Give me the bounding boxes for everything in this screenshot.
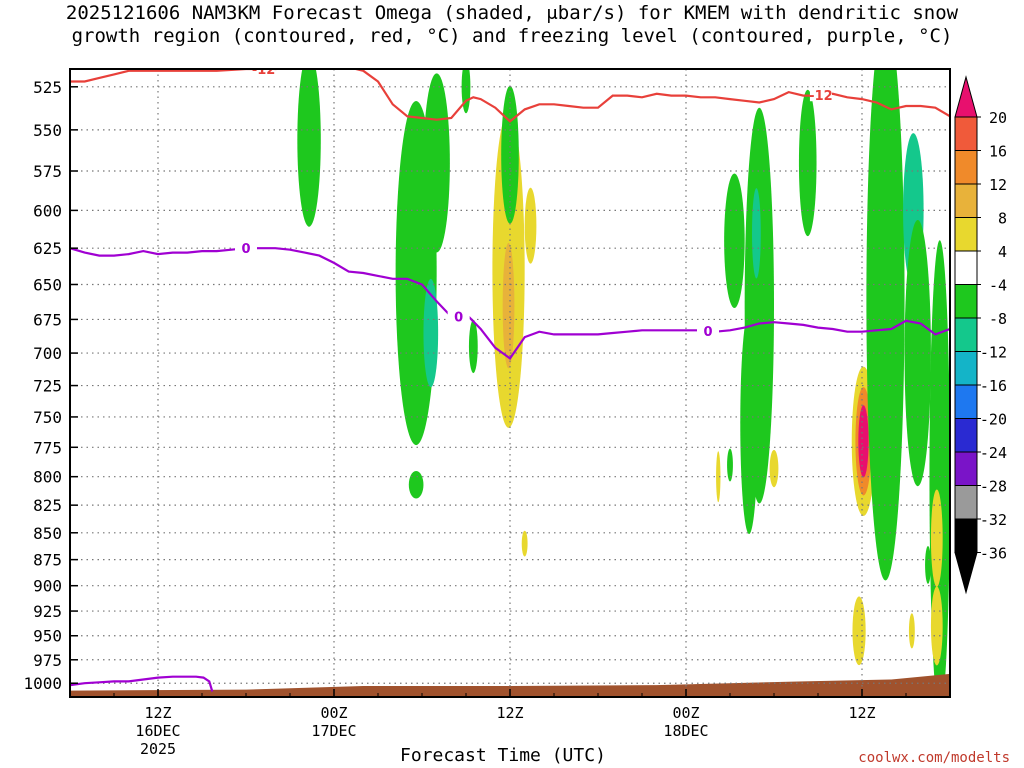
- contour-line-2: [70, 675, 214, 692]
- y-tick-label-825: 825: [33, 496, 62, 515]
- omega-region-30: [908, 613, 915, 649]
- y-tick-label-525: 525: [33, 78, 62, 97]
- x-tick-label-1-0: 00Z: [320, 704, 347, 722]
- x-tick-label-4-0: 12Z: [848, 704, 875, 722]
- omega-region-14: [752, 188, 761, 279]
- colorbar-label-6: -8: [989, 310, 1007, 328]
- colorbar-label-2: 12: [989, 176, 1007, 194]
- x-axis-label: Forecast Time (UTC): [400, 745, 606, 766]
- contour-label-3: 0: [454, 311, 463, 326]
- grid-lines: [70, 69, 950, 697]
- y-tick-label-625: 625: [33, 239, 62, 258]
- omega-region-18: [798, 89, 817, 237]
- y-tick-label-875: 875: [33, 551, 62, 570]
- y-tick-label-575: 575: [33, 162, 62, 181]
- colorbar-band-2: [954, 183, 978, 218]
- colorbar-band-5: [954, 284, 978, 319]
- colorbar-label-7: -12: [980, 344, 1007, 362]
- colorbar-band-1: [954, 150, 978, 185]
- omega-region-4: [408, 470, 424, 499]
- x-tick-label-0-0: 12Z: [144, 704, 171, 722]
- colorbar-label-13: -36: [980, 545, 1007, 563]
- omega-region-31: [925, 545, 931, 584]
- colorbar-label-11: -28: [980, 478, 1007, 496]
- colorbar-band-9: [954, 418, 978, 453]
- omega-region-11: [521, 530, 528, 557]
- y-tick-label-950: 950: [33, 627, 62, 646]
- x-tick-label-1-1: 17DEC: [311, 722, 356, 740]
- chart-plot: -12 -12 0 0 0 525 550 575 600 625 650 675 700 725 750…: [23, 63, 1007, 758]
- y-tick-label-975: 975: [33, 651, 62, 670]
- colorbar-label-5: -4: [989, 277, 1007, 295]
- contour-label-0: -12: [252, 63, 276, 78]
- y-tick-label-750: 750: [33, 408, 62, 427]
- colorbar-label-8: -16: [980, 377, 1007, 395]
- colorbar-label-12: -32: [980, 511, 1007, 529]
- omega-region-19: [769, 449, 779, 488]
- colorbar-band-4: [954, 250, 978, 285]
- y-tick-label-800: 800: [33, 468, 62, 487]
- colorbar-label-4: 4: [998, 243, 1007, 261]
- colorbar-band-7: [954, 351, 978, 386]
- colorbar-band-3: [954, 217, 978, 252]
- colorbar-bottom-arrow: [954, 552, 978, 595]
- colorbar: 20 16 12 8 4 -4 -8 -12 -16 -20 -24 -28 -32 -36: [954, 75, 1007, 595]
- omega-region-23: [852, 596, 866, 666]
- colorbar-band-12: [954, 518, 978, 553]
- omega-region-6: [502, 242, 515, 369]
- omega-region-10: [524, 187, 537, 264]
- x-tick-label-2-0: 12Z: [496, 704, 523, 722]
- colorbar-band-0: [954, 116, 978, 151]
- colorbar-label-0: 20: [989, 109, 1007, 127]
- omega-region-29: [930, 586, 943, 666]
- omega-region-22: [858, 405, 869, 478]
- omega-region-2: [423, 73, 450, 253]
- colorbar-band-11: [954, 485, 978, 520]
- y-tick-label-700: 700: [33, 344, 62, 363]
- y-tick-label-550: 550: [33, 121, 62, 140]
- omega-region-15: [740, 312, 758, 534]
- y-tick-label-925: 925: [33, 602, 62, 621]
- omega-shading: [297, 69, 950, 697]
- omega-region-28: [930, 489, 943, 587]
- x-tick-label-0-1: 16DEC: [135, 722, 180, 740]
- colorbar-band-6: [954, 317, 978, 352]
- credit-text: coolwx.com/modelts: [858, 750, 1010, 766]
- x-tick-label-3-0: 00Z: [672, 704, 699, 722]
- colorbar-band-10: [954, 451, 978, 486]
- x-tick-label-3-1: 18DEC: [663, 722, 708, 740]
- y-tick-label-1000: 1000: [23, 674, 62, 693]
- omega-region-9: [468, 319, 478, 374]
- omega-region-12: [724, 173, 745, 309]
- y-tick-label-600: 600: [33, 201, 62, 220]
- omega-region-0: [297, 69, 321, 227]
- colorbar-label-10: -24: [980, 444, 1007, 462]
- y-tick-label-675: 675: [33, 310, 62, 329]
- y-tick-label-775: 775: [33, 438, 62, 457]
- colorbar-top-arrow: [954, 75, 978, 118]
- colorbar-label-1: 16: [989, 143, 1007, 161]
- contour-label-4: 0: [703, 325, 712, 340]
- y-tick-label-850: 850: [33, 524, 62, 543]
- omega-region-7: [501, 85, 519, 224]
- contour-label-1: -12: [809, 89, 833, 104]
- y-tick-label-650: 650: [33, 275, 62, 294]
- colorbar-label-3: 8: [998, 210, 1007, 228]
- contour-label-2: 0: [241, 242, 250, 257]
- x-tick-label-0-2: 2025: [140, 740, 176, 758]
- y-tick-label-900: 900: [33, 577, 62, 596]
- colorbar-label-9: -20: [980, 411, 1007, 429]
- y-tick-label-725: 725: [33, 377, 62, 396]
- colorbar-band-8: [954, 384, 978, 419]
